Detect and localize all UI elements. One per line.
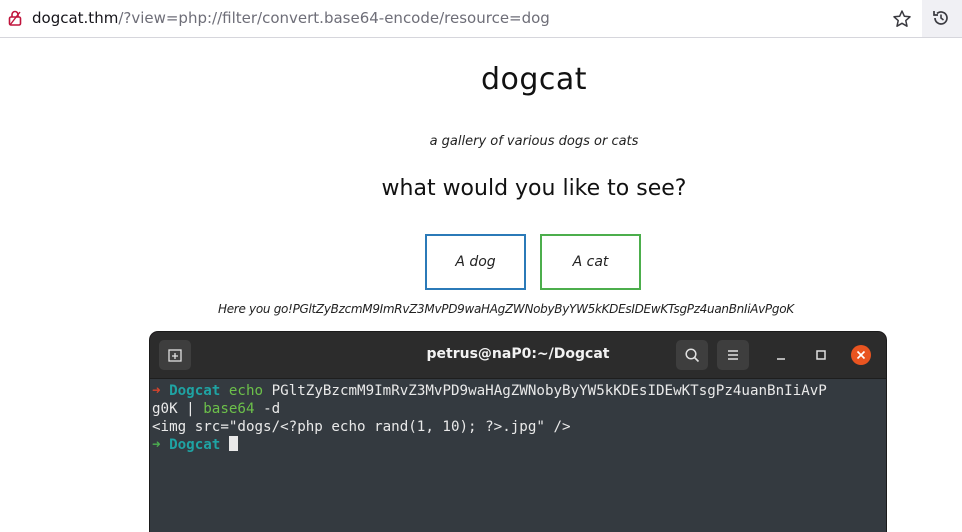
dog-button[interactable]: A dog [425, 234, 526, 290]
command: echo [228, 383, 264, 399]
history-reload-icon[interactable] [931, 8, 951, 28]
text-cursor [228, 436, 238, 451]
prompt-arrow: ➜ [152, 383, 161, 399]
menu-button[interactable] [717, 340, 749, 370]
cat-button-label: A cat [572, 254, 609, 270]
address-bar[interactable]: dogcat.thm/?view=php://filter/convert.ba… [0, 0, 922, 37]
url-text[interactable]: dogcat.thm/?view=php://filter/convert.ba… [32, 9, 550, 27]
lock-icon [8, 10, 22, 26]
browser-toolbar: dogcat.thm/?view=php://filter/convert.ba… [0, 0, 962, 38]
terminal-output: <img src="dogs/<?php echo rand(1, 10); ?… [152, 419, 571, 435]
terminal-line: ➜ Dogcat echo PGltZyBzcmM9ImRvZ3MvPD9waH… [152, 382, 827, 400]
result-text: Here you go!PGltZyBzcmM9ImRvZ3MvPD9waHAg… [218, 302, 794, 316]
minimize-icon[interactable] [772, 346, 790, 364]
command-flag: -d [263, 401, 281, 417]
cat-button[interactable]: A cat [540, 234, 641, 290]
site-subtitle: a gallery of various dogs or cats [429, 134, 639, 149]
prompt-arrow: ➜ [152, 437, 161, 453]
close-icon [856, 350, 866, 360]
hamburger-menu-icon [728, 350, 738, 360]
maximize-icon[interactable] [812, 346, 830, 364]
command-arg: g0K [152, 401, 178, 417]
bookmark-star-icon[interactable] [892, 9, 912, 29]
command-arg: PGltZyBzcmM9ImRvZ3MvPD9waHAgZWNobyByYW5k… [271, 383, 827, 399]
search-icon [685, 348, 700, 363]
site-title: dogcat [480, 62, 588, 97]
search-button[interactable] [676, 340, 708, 370]
close-button[interactable] [851, 345, 871, 365]
terminal-line: ➜ Dogcat [152, 436, 238, 454]
url-path: /?view=php://filter/convert.base64-encod… [118, 9, 550, 27]
terminal-header: petrus@naP0:~/Dogcat [150, 332, 886, 379]
command: base64 [203, 401, 255, 417]
terminal-line: g0K | base64 -d [152, 400, 280, 418]
terminal-window[interactable]: petrus@naP0:~/Dogcat ➜ Dogcat echo PGltZ… [150, 332, 886, 532]
dog-button-label: A dog [455, 254, 496, 270]
terminal-body[interactable]: ➜ Dogcat echo PGltZyBzcmM9ImRvZ3MvPD9waH… [150, 379, 886, 532]
prompt-dir: Dogcat [169, 383, 221, 399]
url-host: dogcat.thm [32, 9, 119, 27]
prompt-dir: Dogcat [169, 437, 221, 453]
question-heading: what would you like to see? [381, 176, 687, 201]
pipe: | [186, 401, 195, 417]
